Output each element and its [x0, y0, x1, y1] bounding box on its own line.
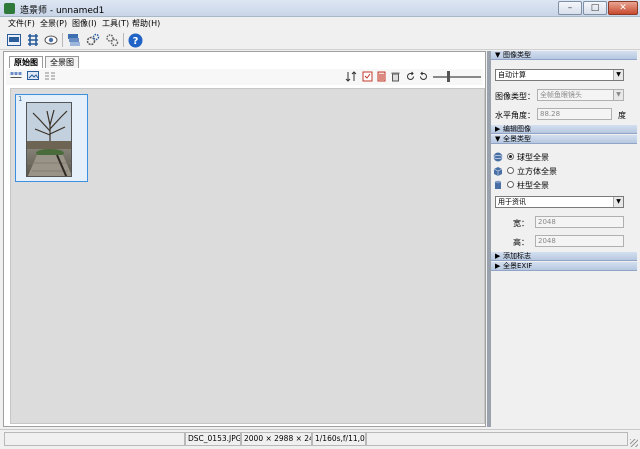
settings-gears-icon[interactable] [85, 32, 101, 48]
resize-grip-icon[interactable] [630, 439, 638, 447]
source-photo [26, 102, 72, 177]
toolbar-separator [62, 33, 63, 47]
cubic-radio[interactable] [507, 167, 514, 174]
mode-select-value: 自动计算 [498, 71, 526, 79]
main-toolbar: ? [0, 30, 640, 50]
expand-arrow-icon: ▶ [495, 252, 501, 260]
zoom-slider-handle[interactable] [447, 71, 450, 82]
expand-arrow-icon: ▶ [495, 125, 501, 133]
menu-bar: 文件(F) 全景(P) 图像(I) 工具(T) 帮助(H) [0, 17, 640, 30]
spherical-label: 球型全景 [517, 153, 549, 162]
title-bar: 造景师 - unnamed1 – □ ✕ [0, 0, 640, 17]
hfov-label: 水平角度： [495, 111, 535, 120]
sort-icon[interactable] [345, 71, 357, 83]
edit-image-section-header[interactable]: ▶ 编辑图像 [491, 125, 637, 134]
sphere-icon [493, 152, 503, 162]
mode-select[interactable]: 自动计算 ▼ [495, 69, 624, 81]
status-dimensions: 2000 × 2988 × 24b [241, 432, 312, 446]
cylinder-icon [495, 180, 501, 189]
stitch-icon[interactable] [25, 32, 41, 48]
properties-panel: ▼ 图像类型 自动计算 ▼ 图像类型： 全帧鱼眼镜头 ▼ 水平角度： 88.28 … [491, 51, 637, 427]
usage-select-value: 用于资讯 [498, 198, 526, 206]
menu-image[interactable]: 图像(I) [72, 18, 97, 29]
cylindrical-label: 柱型全景 [517, 181, 549, 190]
width-field[interactable]: 2048 [535, 216, 624, 228]
layers-icon[interactable] [66, 32, 82, 48]
check-image-icon[interactable] [361, 71, 373, 83]
large-view-icon[interactable] [27, 71, 39, 83]
exif-section-header[interactable]: ▶ 全景EXIF [491, 262, 637, 271]
spherical-option[interactable]: 球型全景 [493, 151, 633, 163]
status-bar: DSC_0153.JPG 2000 × 2988 × 24b 1/160s,f/… [0, 429, 640, 449]
tab-source-images[interactable]: 原始图 [9, 56, 43, 68]
cylindrical-radio[interactable] [507, 181, 514, 188]
panorama-type-section-header[interactable]: ▼ 全景类型 [491, 135, 637, 144]
menu-panorama[interactable]: 全景(P) [40, 18, 67, 29]
hfov-field[interactable]: 88.28 [537, 108, 612, 120]
image-type-value: 全帧鱼眼镜头 [540, 91, 582, 99]
chevron-down-icon: ▼ [613, 90, 623, 100]
window-title: 造景师 - unnamed1 [20, 6, 105, 16]
expand-arrow-icon: ▶ [495, 262, 501, 270]
width-label: 宽： [513, 219, 529, 228]
collapse-arrow-icon: ▼ [495, 135, 501, 143]
source-images-panel: 原始图 全景图 1 [3, 51, 486, 427]
menu-help[interactable]: 帮助(H) [132, 18, 160, 29]
section-title: 图像类型 [503, 51, 531, 59]
thumbnail-grid: 1 [10, 88, 485, 424]
image-type-section-header[interactable]: ▼ 图像类型 [491, 51, 637, 60]
status-filename: DSC_0153.JPG [185, 432, 241, 446]
image-toolbar [6, 69, 483, 85]
section-title: 全景类型 [503, 135, 531, 143]
section-title: 编辑图像 [503, 125, 531, 133]
hfov-unit: 度 [618, 111, 626, 120]
image-thumbnail[interactable]: 1 [15, 94, 88, 182]
cubic-option[interactable]: 立方体全景 [493, 165, 633, 177]
status-extra [366, 432, 628, 446]
usage-select[interactable]: 用于资讯 ▼ [495, 196, 624, 208]
help-glyph: ? [132, 36, 138, 47]
image-type-select[interactable]: 全帧鱼眼镜头 ▼ [537, 89, 624, 101]
remove-image-icon[interactable] [375, 71, 387, 83]
cubic-label: 立方体全景 [517, 167, 557, 176]
watermark-section-header[interactable]: ▶ 添加标志 [491, 252, 637, 261]
close-button[interactable]: ✕ [608, 1, 638, 15]
image-type-label: 图像类型： [495, 92, 535, 101]
status-message [4, 432, 185, 446]
spherical-radio[interactable] [507, 153, 514, 160]
collapse-arrow-icon: ▼ [495, 51, 501, 59]
rotate-left-icon[interactable] [404, 71, 416, 83]
thumbnail-view-icon[interactable] [10, 71, 22, 83]
maximize-button[interactable]: □ [583, 1, 607, 15]
chevron-down-icon: ▼ [613, 197, 623, 207]
pw-project-icon[interactable] [6, 32, 22, 48]
toolbar-separator [123, 33, 124, 47]
app-icon [4, 3, 15, 14]
section-title: 添加标志 [503, 252, 531, 260]
thumbnail-index: 1 [18, 95, 23, 103]
tab-panorama[interactable]: 全景图 [45, 56, 79, 68]
height-field[interactable]: 2048 [535, 235, 624, 247]
list-view-icon[interactable] [44, 71, 56, 83]
help-icon[interactable]: ? [127, 32, 143, 48]
section-title: 全景EXIF [503, 262, 533, 270]
menu-tools[interactable]: 工具(T) [102, 18, 129, 29]
delete-icon[interactable] [389, 71, 401, 83]
rotate-right-icon[interactable] [417, 71, 429, 83]
status-exposure: 1/160s,f/11,0 [312, 432, 366, 446]
gears-icon[interactable] [104, 32, 120, 48]
zoom-slider-track[interactable] [433, 76, 481, 78]
minimize-button[interactable]: – [558, 1, 582, 15]
cylindrical-option[interactable]: 柱型全景 [493, 179, 633, 191]
menu-file[interactable]: 文件(F) [8, 18, 35, 29]
eye-preview-icon[interactable] [43, 32, 59, 48]
cube-icon [493, 167, 503, 176]
chevron-down-icon: ▼ [613, 70, 623, 80]
height-label: 高： [513, 238, 529, 247]
